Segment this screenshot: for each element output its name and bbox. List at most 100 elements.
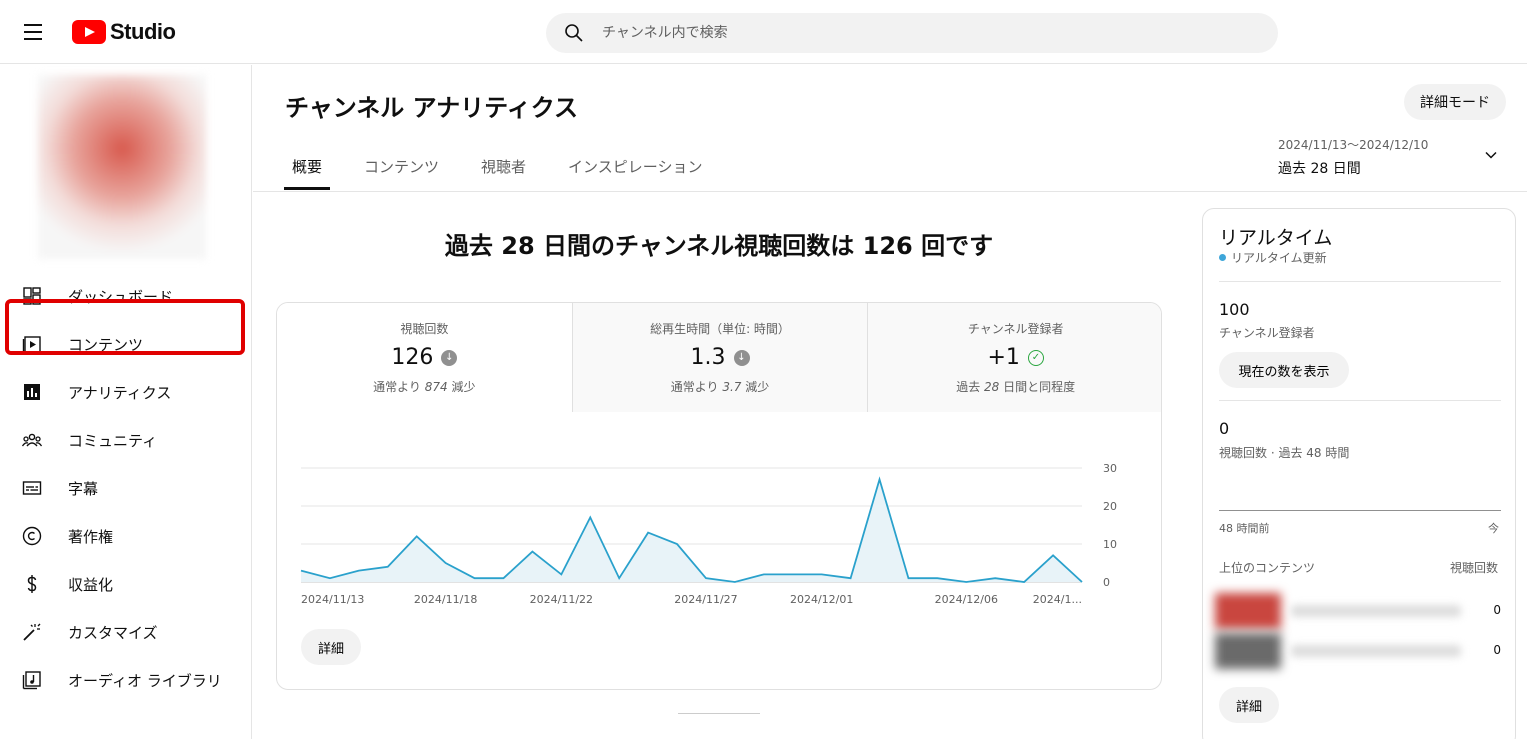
- customization-icon: [22, 622, 42, 642]
- realtime-views-value: 0: [1219, 419, 1230, 438]
- series-area: [301, 479, 1082, 582]
- metric-note-suffix: 日間と同程度: [999, 380, 1076, 394]
- sidebar-item-customization[interactable]: カスタマイズ: [0, 608, 252, 656]
- search-input[interactable]: [602, 13, 1242, 53]
- tab-inspiration[interactable]: インスピレーション: [560, 142, 710, 190]
- metric-watch-time[interactable]: 総再生時間（単位: 時間） 1.3 ↓ 通常より 3.7 減少: [572, 303, 869, 412]
- monetization-icon: [22, 574, 42, 594]
- realtime-subtitle-text: リアルタイム更新: [1231, 251, 1327, 265]
- sidebar-item-label: オーディオ ライブラリ: [68, 671, 222, 690]
- realtime-card: リアルタイム リアルタイム更新 100 チャンネル登録者 現在の数を表示 0 視…: [1202, 208, 1516, 739]
- sidebar-item-copyright[interactable]: 著作権: [0, 512, 252, 560]
- tab-audience[interactable]: 視聴者: [473, 142, 534, 190]
- summary-headline: 過去 28 日間のチャンネル視聴回数は 126 回です: [444, 232, 994, 260]
- top-content-header: 上位のコンテンツ: [1219, 561, 1316, 575]
- sidebar-item-monetization[interactable]: 収益化: [0, 560, 252, 608]
- scroll-indicator: [678, 713, 760, 714]
- x-tick-label: 2024/12/01: [790, 593, 853, 606]
- y-tick-label: 0: [1103, 576, 1110, 589]
- date-range-dates: 2024/11/13〜2024/12/10: [1278, 138, 1429, 152]
- metric-value: 126: [391, 345, 434, 370]
- sidebar-item-audio-library[interactable]: オーディオ ライブラリ: [0, 656, 252, 704]
- metric-label: 視聴回数: [400, 322, 449, 336]
- y-tick-label: 20: [1103, 500, 1117, 513]
- metric-note: 通常より 3.7 減少: [573, 378, 868, 395]
- metric-note-number: 28: [984, 380, 1000, 394]
- subtitles-icon: [22, 478, 42, 498]
- top-content-row[interactable]: 0: [1211, 631, 1501, 671]
- analytics-tabs: 概要 コンテンツ 視聴者 インスピレーション: [284, 142, 736, 192]
- realtime-chart-baseline: [1219, 510, 1501, 511]
- video-title-blurred: [1291, 645, 1461, 657]
- x-tick-label: 2024/11/22: [530, 593, 593, 606]
- live-dot-icon: [1219, 254, 1226, 261]
- metric-value-row: 126 ↓: [277, 345, 572, 370]
- arrow-down-icon: ↓: [733, 349, 750, 366]
- show-current-count-button[interactable]: 現在の数を表示: [1219, 352, 1349, 388]
- advanced-mode-button[interactable]: 詳細モード: [1404, 84, 1506, 120]
- video-views: 0: [1493, 603, 1501, 617]
- check-circle-icon: ✓: [1027, 349, 1044, 366]
- date-range-selector[interactable]: 2024/11/13〜2024/12/10 過去 28 日間: [1278, 136, 1428, 178]
- views-chart: 30 20 10 0 2024/11/13 2024/11/18 2024/11/22 202…: [300, 462, 1117, 606]
- x-tick-label: 2024/12/06: [935, 593, 998, 606]
- x-tick-label: 2024/11/18: [414, 593, 477, 606]
- copyright-icon: [22, 526, 42, 546]
- metric-note-suffix: 減少: [741, 380, 770, 394]
- realtime-subtitle: リアルタイム更新: [1219, 249, 1327, 266]
- divider: [1219, 400, 1501, 401]
- x-tick-label: 2024/1...: [1033, 593, 1082, 606]
- realtime-views-label: 視聴回数 · 過去 48 時間: [1219, 446, 1350, 460]
- search-bar: [546, 13, 1278, 53]
- sidebar-item-label: 収益化: [68, 575, 114, 594]
- views-column-header: 視聴回数: [1450, 561, 1499, 575]
- top-content-row[interactable]: 0: [1211, 591, 1501, 631]
- realtime-title: リアルタイム: [1219, 227, 1333, 249]
- page-title: チャンネル アナリティクス: [285, 94, 578, 122]
- video-title-blurred: [1291, 605, 1461, 617]
- divider: [1219, 281, 1501, 282]
- metric-views[interactable]: 視聴回数 126 ↓ 通常より 874 減少: [277, 303, 573, 412]
- metric-note: 通常より 874 減少: [277, 378, 572, 395]
- analytics-icon: [22, 382, 42, 402]
- metric-note-suffix: 減少: [447, 380, 476, 394]
- metric-label: 総再生時間（単位: 時間）: [650, 322, 790, 336]
- metric-note-prefix: 通常より: [670, 380, 723, 394]
- realtime-subscribers-value: 100: [1219, 300, 1250, 319]
- date-range-label: 過去 28 日間: [1278, 161, 1361, 177]
- video-thumbnail: [1215, 593, 1281, 629]
- metric-note-prefix: 通常より: [373, 380, 425, 394]
- video-views: 0: [1493, 643, 1501, 657]
- tab-overview[interactable]: 概要: [284, 142, 331, 190]
- sidebar-item-label: コミュニティ: [68, 431, 158, 450]
- video-thumbnail: [1215, 633, 1281, 669]
- details-button[interactable]: 詳細: [301, 629, 361, 665]
- sidebar-item-community[interactable]: コミュニティ: [0, 416, 252, 464]
- metric-value-row: +1 ✓: [868, 345, 1161, 370]
- header-divider: [253, 191, 1527, 192]
- audio-library-icon: [22, 670, 42, 690]
- sidebar: ダッシュボード コンテンツ アナリティクス コミュニティ 字幕 著作権 収益化 …: [0, 65, 252, 739]
- realtime-details-button[interactable]: 詳細: [1219, 687, 1279, 723]
- logo-text: Studio: [110, 19, 176, 44]
- menu-icon[interactable]: [16, 16, 52, 48]
- analytics-highlight-box: [5, 299, 245, 355]
- sidebar-item-subtitles[interactable]: 字幕: [0, 464, 252, 512]
- metric-subscribers[interactable]: チャンネル登録者 +1 ✓ 過去 28 日間と同程度: [868, 303, 1161, 412]
- metric-value: 1.3: [690, 345, 726, 370]
- sidebar-item-label: カスタマイズ: [68, 623, 158, 642]
- metric-note: 過去 28 日間と同程度: [868, 378, 1161, 395]
- channel-avatar[interactable]: [38, 75, 206, 259]
- chevron-down-icon[interactable]: [1484, 148, 1498, 162]
- metric-label: チャンネル登録者: [967, 322, 1064, 336]
- sidebar-item-analytics[interactable]: アナリティクス: [0, 368, 252, 416]
- search-icon[interactable]: [564, 23, 584, 43]
- arrow-down-icon: ↓: [441, 349, 458, 366]
- studio-logo[interactable]: Studio: [72, 19, 176, 45]
- metric-note-number: 874: [424, 380, 448, 394]
- community-icon: [22, 430, 42, 450]
- sidebar-item-label: 字幕: [68, 479, 99, 498]
- sidebar-item-label: 著作権: [68, 527, 114, 546]
- sidebar-item-label: アナリティクス: [68, 383, 172, 402]
- tab-content[interactable]: コンテンツ: [356, 142, 447, 190]
